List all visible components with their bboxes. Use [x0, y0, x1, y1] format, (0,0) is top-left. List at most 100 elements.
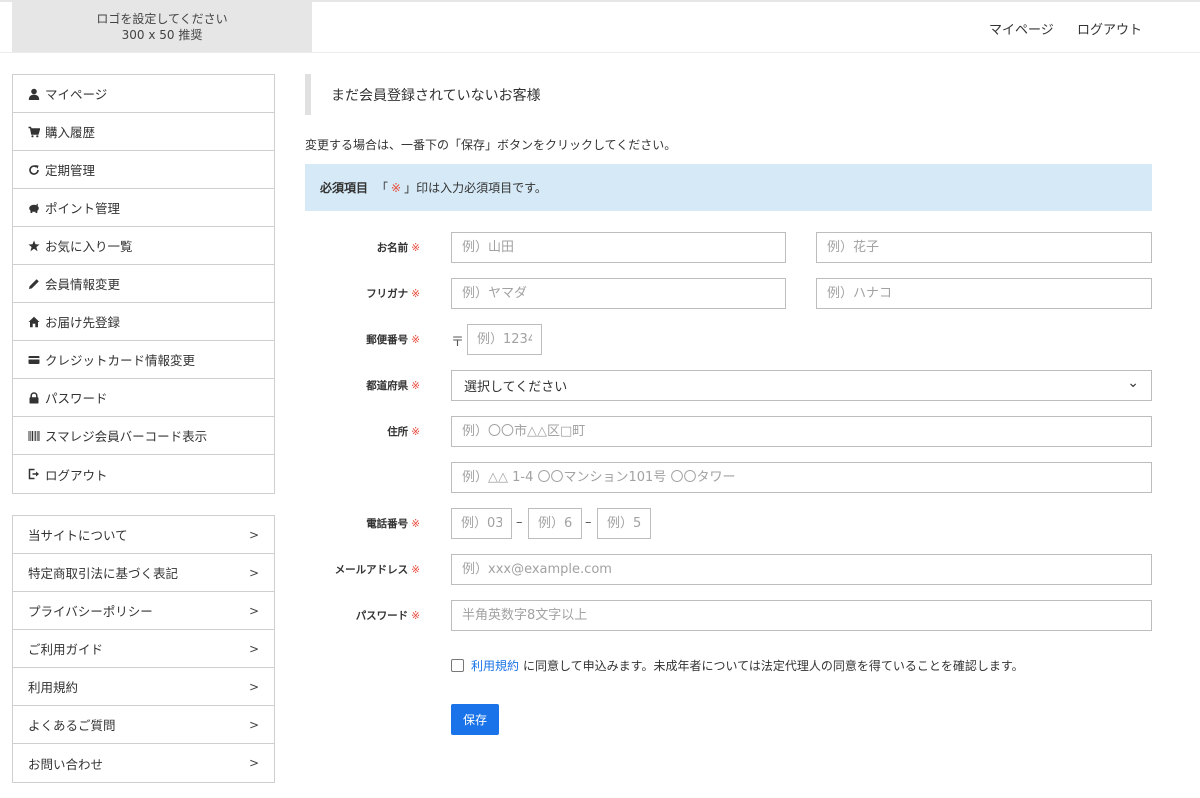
logo-placeholder[interactable]: ロゴを設定してください 300 x 50 推奨: [12, 2, 312, 52]
header-mypage-link[interactable]: マイページ: [989, 19, 1054, 38]
chevron-right-icon: >: [248, 527, 259, 542]
sidebar-item-favorites[interactable]: お気に入り一覧: [13, 227, 274, 265]
page-description: 変更する場合は、一番下の「保存」ボタンをクリックしてください。: [305, 138, 677, 152]
required-mark: ※: [411, 288, 420, 300]
email-input[interactable]: [451, 554, 1152, 585]
phone-part3-input[interactable]: [597, 508, 651, 539]
prefecture-label: 都道府県 ※: [300, 378, 420, 393]
sidebar-item-label: クレジットカード情報変更: [45, 353, 196, 368]
phone-separator: –: [585, 515, 592, 530]
sidebar-item-history[interactable]: 購入履歴: [13, 113, 274, 151]
address-line2-input[interactable]: [451, 462, 1152, 493]
kana-label-text: フリガナ: [366, 288, 409, 300]
required-mark: ※: [391, 180, 402, 195]
chevron-right-icon: >: [248, 717, 259, 732]
terms-agreement: 利用規約 に同意して申込みます。未成年者については法定代理人の同意を得ていること…: [451, 657, 1024, 674]
sidebar-item-subscription[interactable]: 定期管理: [13, 151, 274, 189]
sidebar-item-label: 購入履歴: [45, 125, 96, 140]
sidebar-item-label: お気に入り一覧: [45, 239, 133, 254]
sidebar-link-guide[interactable]: ご利用ガイド >: [13, 630, 274, 668]
phone-part1-input[interactable]: [451, 508, 512, 539]
info-menu: 当サイトについて > 特定商取引法に基づく表記 > プライバシーポリシー > ご…: [12, 515, 275, 783]
cart-icon: [28, 126, 40, 137]
home-icon: [28, 316, 40, 327]
sidebar-item-label: マイページ: [45, 87, 108, 102]
sidebar-link-label: プライバシーポリシー: [28, 604, 153, 619]
sidebar-item-label: パスワード: [45, 391, 108, 406]
sidebar-item-logout[interactable]: ログアウト: [13, 455, 274, 493]
required-mark: ※: [411, 564, 420, 576]
name-label: お名前 ※: [300, 240, 420, 255]
sidebar-link-terms[interactable]: 利用規約 >: [13, 668, 274, 706]
sidebar-item-credit-card[interactable]: クレジットカード情報変更: [13, 341, 274, 379]
sidebar-link-faq[interactable]: よくあるご質問 >: [13, 706, 274, 744]
phone-label: 電話番号 ※: [300, 516, 420, 531]
address-label: 住所 ※: [300, 424, 420, 439]
required-notice: 必須項目 「 ※ 」印は入力必須項目です。: [305, 164, 1152, 211]
sidebar-link-label: ご利用ガイド: [28, 642, 104, 657]
save-button[interactable]: 保存: [451, 704, 499, 735]
sidebar-item-label: お届け先登録: [45, 315, 121, 330]
sidebar-item-barcode[interactable]: スマレジ会員バーコード表示: [13, 417, 274, 455]
sidebar-item-mypage[interactable]: マイページ: [13, 75, 274, 113]
last-name-kana-input[interactable]: [451, 278, 786, 309]
sidebar-link-label: よくあるご質問: [28, 718, 116, 733]
sidebar-link-label: 当サイトについて: [28, 528, 128, 543]
sidebar-link-label: お問い合わせ: [28, 756, 104, 772]
sidebar-item-label: 会員情報変更: [45, 277, 121, 292]
sidebar-link-label: 利用規約: [28, 680, 79, 695]
sidebar-item-points[interactable]: ポイント管理: [13, 189, 274, 227]
sidebar-link-privacy[interactable]: プライバシーポリシー >: [13, 592, 274, 630]
star-icon: [28, 240, 40, 251]
last-name-input[interactable]: [451, 232, 786, 263]
sidebar-item-label: ログアウト: [45, 467, 108, 483]
password-label-text: パスワード: [355, 610, 409, 622]
first-name-kana-input[interactable]: [816, 278, 1152, 309]
pencil-icon: [29, 278, 39, 289]
refresh-icon: [29, 164, 39, 175]
page-title: まだ会員登録されていないお客様: [305, 74, 1152, 115]
required-mark: ※: [411, 518, 420, 530]
sidebar-item-label: 定期管理: [45, 163, 96, 178]
chevron-right-icon: >: [248, 565, 259, 580]
credit-card-icon: [28, 355, 40, 364]
lock-icon: [29, 391, 39, 403]
sidebar-link-contact[interactable]: お問い合わせ >: [13, 744, 274, 782]
header-logout-link[interactable]: ログアウト: [1077, 19, 1142, 38]
chevron-right-icon: >: [248, 603, 259, 618]
required-mark: ※: [411, 610, 420, 622]
password-input[interactable]: [451, 600, 1152, 631]
address-line1-input[interactable]: [451, 416, 1152, 447]
first-name-input[interactable]: [816, 232, 1152, 263]
sidebar-item-password[interactable]: パスワード: [13, 379, 274, 417]
address-label-text: 住所: [387, 426, 409, 438]
chevron-right-icon: >: [248, 679, 259, 694]
password-label: パスワード ※: [300, 608, 420, 623]
chevron-down-icon: ⌄: [1127, 375, 1139, 391]
kana-label: フリガナ ※: [300, 286, 420, 301]
sidebar-link-about[interactable]: 当サイトについて >: [13, 516, 274, 554]
phone-part2-input[interactable]: [528, 508, 582, 539]
required-mark: ※: [411, 426, 420, 438]
sidebar-item-edit-profile[interactable]: 会員情報変更: [13, 265, 274, 303]
piggy-bank-icon: [29, 203, 39, 213]
sidebar-item-address-book[interactable]: お届け先登録: [13, 303, 274, 341]
terms-link[interactable]: 利用規約: [471, 657, 519, 674]
barcode-icon: [28, 430, 40, 441]
name-label-text: お名前: [376, 242, 409, 254]
terms-checkbox[interactable]: [451, 659, 464, 672]
sidebar-item-label: スマレジ会員バーコード表示: [45, 429, 208, 444]
required-notice-text: 」印は入力必須項目です。: [404, 181, 547, 195]
zip-label: 郵便番号 ※: [300, 332, 420, 347]
zip-input[interactable]: [467, 324, 542, 355]
required-notice-open: 「: [376, 181, 389, 195]
user-icon: [28, 88, 40, 100]
sidebar-link-tokushoho[interactable]: 特定商取引法に基づく表記 >: [13, 554, 274, 592]
required-notice-label: 必須項目: [320, 181, 369, 195]
zip-label-text: 郵便番号: [366, 334, 409, 346]
logout-icon: [28, 468, 39, 480]
prefecture-selected-value: 選択してください: [464, 380, 568, 395]
email-label-text: メールアドレス: [334, 564, 409, 576]
logo-size-hint: 300 x 50 推奨: [121, 28, 203, 42]
prefecture-select[interactable]: 選択してください ⌄: [451, 370, 1152, 401]
